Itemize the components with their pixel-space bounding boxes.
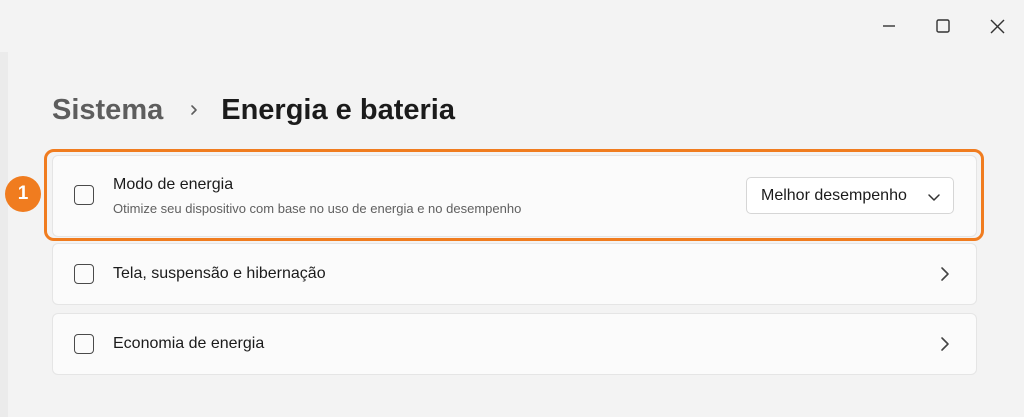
power-mode-description: Otimize seu dispositivo com base no uso …: [113, 201, 522, 216]
power-mode-title: Modo de energia: [113, 176, 234, 193]
step-number-badge: 1: [5, 176, 41, 212]
power-mode-dropdown[interactable]: Melhor desempenho: [746, 177, 954, 214]
screen-sleep-card[interactable]: Tela, suspensão e hibernação: [52, 243, 977, 305]
close-icon: [990, 19, 1005, 34]
screen-sleep-title: Tela, suspensão e hibernação: [113, 265, 326, 282]
chevron-right-icon: [189, 103, 199, 117]
checkbox-placeholder-icon: [74, 264, 94, 284]
chevron-right-icon: [940, 266, 950, 287]
settings-window: Sistema Energia e bateria Modo de energi…: [0, 0, 1024, 417]
power-mode-selected-value: Melhor desempenho: [761, 186, 907, 204]
breadcrumb-parent[interactable]: Sistema: [52, 94, 163, 127]
power-mode-text: Modo de energia Otimize seu dispositivo …: [113, 176, 521, 216]
energy-saver-text: Economia de energia: [113, 335, 264, 353]
chevron-down-icon: [927, 190, 941, 208]
minimize-button[interactable]: [862, 0, 916, 52]
left-pane-edge: [0, 52, 8, 417]
title-bar: [854, 0, 1024, 52]
close-button[interactable]: [970, 0, 1024, 52]
minimize-icon: [882, 19, 896, 33]
maximize-button[interactable]: [916, 0, 970, 52]
page-title: Energia e bateria: [221, 93, 455, 126]
checkbox-placeholder-icon: [74, 334, 94, 354]
screen-sleep-text: Tela, suspensão e hibernação: [113, 265, 326, 283]
checkbox-placeholder-icon: [74, 185, 94, 205]
chevron-right-icon: [940, 336, 950, 357]
energy-saver-card[interactable]: Economia de energia: [52, 313, 977, 375]
power-mode-card: Modo de energia Otimize seu dispositivo …: [52, 155, 977, 237]
breadcrumb: Sistema Energia e bateria: [52, 88, 455, 132]
maximize-icon: [936, 19, 950, 33]
energy-saver-title: Economia de energia: [113, 335, 265, 352]
